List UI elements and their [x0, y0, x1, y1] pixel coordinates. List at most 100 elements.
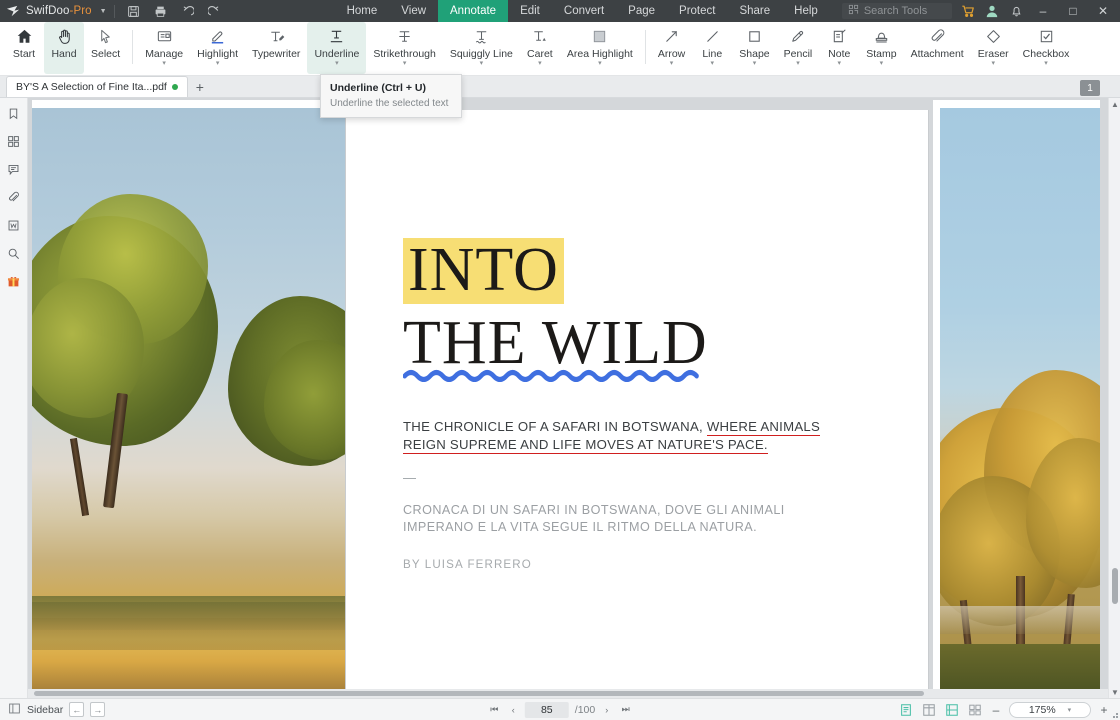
- squiggly-line-icon: [473, 25, 490, 47]
- nav-forward-button[interactable]: →: [90, 702, 106, 717]
- grid-view-icon[interactable]: [967, 702, 983, 717]
- ribbon-tool-eraser[interactable]: Eraser ▾: [971, 22, 1016, 74]
- first-page-button[interactable]: ⏮: [487, 702, 502, 718]
- menu-item-help[interactable]: Help: [782, 0, 830, 22]
- arrow-icon: [663, 25, 680, 47]
- document-tab[interactable]: BY'S A Selection of Fine Ita...pdf: [6, 76, 188, 97]
- document-tab-title: BY'S A Selection of Fine Ita...pdf: [16, 81, 167, 93]
- ribbon-tool-stamp[interactable]: Stamp ▾: [859, 22, 903, 74]
- eraser-dropdown-arrow-icon[interactable]: ▾: [991, 60, 995, 67]
- brand-dropdown-icon[interactable]: ▼: [100, 8, 107, 15]
- thumbnails-icon[interactable]: [3, 132, 25, 150]
- ribbon-tool-underline[interactable]: Underline ▾: [307, 22, 367, 74]
- vertical-scrollbar[interactable]: ▲ ▼: [1108, 98, 1120, 698]
- ribbon-tool-attachment[interactable]: Attachment: [904, 22, 971, 74]
- ribbon-tool-pencil[interactable]: Pencil ▾: [777, 22, 820, 74]
- area-highlight-dropdown-arrow-icon[interactable]: ▾: [598, 60, 602, 67]
- right-page: [933, 100, 1100, 690]
- scroll-down-arrow-icon[interactable]: ▼: [1109, 686, 1120, 698]
- strikethrough-dropdown-arrow-icon[interactable]: ▾: [403, 60, 407, 67]
- pdf-viewer-canvas[interactable]: INTO THE WILD THE CHRONICLE OF A SAFARI …: [28, 98, 1108, 698]
- menu-item-share[interactable]: Share: [727, 0, 782, 22]
- ribbon-tool-caret[interactable]: Caret ▾: [520, 22, 560, 74]
- sidebar-toggle-group[interactable]: Sidebar ← →: [8, 702, 106, 718]
- minimize-button[interactable]: –: [1028, 0, 1058, 22]
- quick-action-group: [122, 1, 227, 21]
- ribbon-tool-typewriter[interactable]: Typewriter: [245, 22, 307, 74]
- page-number-input[interactable]: 85: [524, 701, 569, 718]
- ribbon-tool-highlight[interactable]: Highlight ▾: [190, 22, 245, 74]
- redo-icon[interactable]: [203, 1, 227, 21]
- last-page-button[interactable]: ⏭: [618, 702, 633, 718]
- ribbon-tool-strikethrough[interactable]: Strikethrough ▾: [366, 22, 442, 74]
- note-dropdown-arrow-icon[interactable]: ▾: [837, 60, 841, 67]
- close-button[interactable]: ✕: [1088, 0, 1118, 22]
- shape-dropdown-arrow-icon[interactable]: ▾: [753, 60, 757, 67]
- save-icon[interactable]: [122, 1, 146, 21]
- search-tools-input[interactable]: Search Tools: [841, 3, 952, 19]
- ribbon-tool-start[interactable]: Start: [4, 22, 44, 74]
- caret-dropdown-arrow-icon[interactable]: ▾: [538, 60, 542, 67]
- ribbon-tool-hand[interactable]: Hand: [44, 22, 84, 74]
- current-page-content[interactable]: INTO THE WILD THE CHRONICLE OF A SAFARI …: [345, 110, 929, 690]
- gift-icon[interactable]: [3, 272, 25, 290]
- underline-dropdown-arrow-icon[interactable]: ▾: [335, 60, 339, 67]
- user-avatar-icon[interactable]: [980, 1, 1004, 21]
- nav-back-button[interactable]: ←: [69, 702, 85, 717]
- ribbon-tool-arrow[interactable]: Arrow ▾: [651, 22, 692, 74]
- ribbon-tool-squiggly-line[interactable]: Squiggly Line ▾: [443, 22, 520, 74]
- ribbon-tool-area-highlight[interactable]: Area Highlight ▾: [560, 22, 640, 74]
- previous-page-button[interactable]: ‹: [506, 702, 521, 718]
- continuous-scroll-icon[interactable]: [944, 702, 960, 717]
- menu-item-annotate[interactable]: Annotate: [438, 0, 509, 22]
- menu-item-convert[interactable]: Convert: [552, 0, 616, 22]
- typewriter-icon: [268, 25, 285, 47]
- single-page-view-icon[interactable]: [898, 702, 914, 717]
- shopping-cart-icon[interactable]: [956, 1, 980, 21]
- menu-item-protect[interactable]: Protect: [667, 0, 727, 22]
- comment-icon[interactable]: [3, 160, 25, 178]
- ribbon-tool-note[interactable]: Note ▾: [819, 22, 859, 74]
- zoom-level-selector[interactable]: 175% ▾: [1009, 701, 1091, 718]
- search-icon[interactable]: [3, 244, 25, 262]
- print-icon[interactable]: [149, 1, 173, 21]
- menu-item-view[interactable]: View: [389, 0, 438, 22]
- zoom-dropdown-icon[interactable]: ▾: [1068, 706, 1072, 714]
- notification-bell-icon[interactable]: [1004, 1, 1028, 21]
- arrow-dropdown-arrow-icon[interactable]: ▾: [670, 60, 674, 67]
- red-underline-annotation-part-2[interactable]: REIGN SUPREME AND LIFE MOVES AT NATURE'S…: [403, 436, 768, 454]
- ribbon-tool-shape[interactable]: Shape ▾: [732, 22, 776, 74]
- window-resize-grip[interactable]: [1109, 709, 1119, 719]
- manage-dropdown-arrow-icon[interactable]: ▾: [162, 60, 166, 67]
- ribbon-tool-checkbox[interactable]: Checkbox ▾: [1016, 22, 1077, 74]
- ribbon-tool-select[interactable]: Select: [84, 22, 127, 74]
- zoom-out-button[interactable]: –: [990, 703, 1002, 717]
- menu-item-home[interactable]: Home: [335, 0, 390, 22]
- word-icon[interactable]: [3, 216, 25, 234]
- red-underline-annotation-part-1[interactable]: WHERE ANIMALS: [706, 419, 820, 436]
- stamp-dropdown-arrow-icon[interactable]: ▾: [880, 60, 884, 67]
- next-page-button[interactable]: ›: [599, 702, 614, 718]
- maximize-button[interactable]: □: [1058, 0, 1088, 22]
- line-dropdown-arrow-icon[interactable]: ▾: [711, 60, 715, 67]
- menu-item-page[interactable]: Page: [616, 0, 667, 22]
- ribbon-tool-manage[interactable]: Manage ▾: [138, 22, 190, 74]
- scroll-up-arrow-icon[interactable]: ▲: [1109, 98, 1120, 110]
- undo-icon[interactable]: [176, 1, 200, 21]
- app-logo-group[interactable]: SwifDoo-Pro ▼: [0, 4, 107, 19]
- horizontal-scrollbar-thumb[interactable]: [34, 691, 924, 696]
- highlight-dropdown-arrow-icon[interactable]: ▾: [216, 60, 220, 67]
- checkbox-dropdown-arrow-icon[interactable]: ▾: [1044, 60, 1048, 67]
- ribbon-tool-line[interactable]: Line ▾: [692, 22, 732, 74]
- new-tab-button[interactable]: +: [188, 76, 212, 97]
- two-page-view-icon[interactable]: [921, 702, 937, 717]
- bookmark-icon[interactable]: [3, 104, 25, 122]
- attachment-icon[interactable]: [3, 188, 25, 206]
- pencil-dropdown-arrow-icon[interactable]: ▾: [796, 60, 800, 67]
- sidebar-label: Sidebar: [27, 703, 64, 716]
- horizontal-scrollbar[interactable]: [28, 689, 1108, 698]
- menu-item-edit[interactable]: Edit: [508, 0, 552, 22]
- squiggly-underline-annotation[interactable]: [403, 368, 708, 382]
- squiggly-dropdown-arrow-icon[interactable]: ▾: [480, 60, 484, 67]
- vertical-scrollbar-thumb[interactable]: [1112, 568, 1118, 604]
